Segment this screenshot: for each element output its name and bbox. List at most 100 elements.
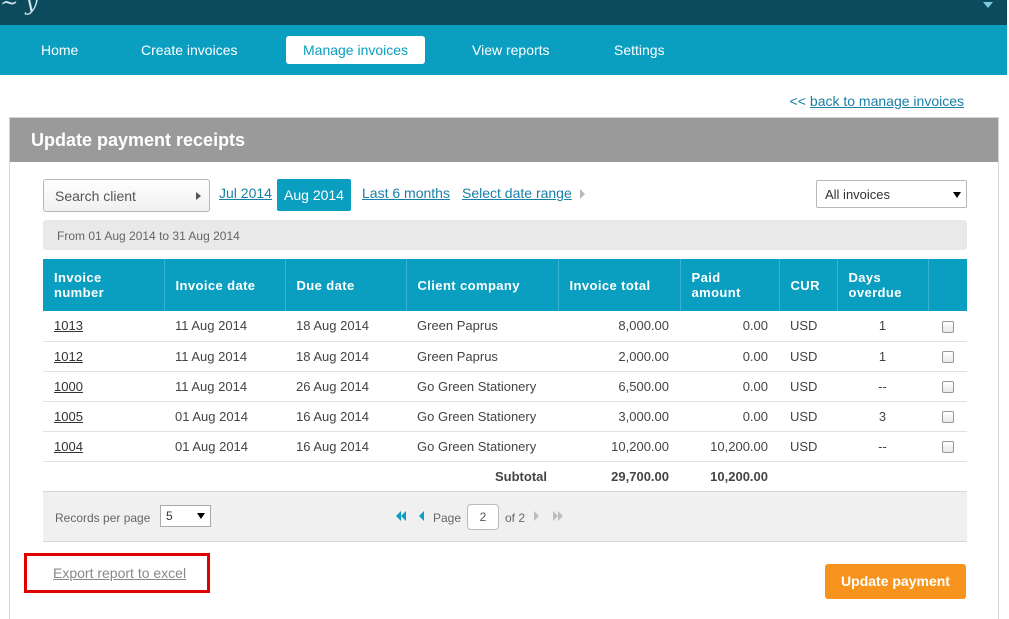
- col-paid-amount[interactable]: Paid amount: [680, 259, 780, 311]
- top-bar: ~ y: [0, 0, 1007, 25]
- subtotal-total: 29,700.00: [611, 468, 669, 484]
- row-select-cell: [928, 341, 967, 372]
- col-invoice-total[interactable]: Invoice total: [558, 259, 681, 311]
- due-date-cell: 16 Aug 2014: [285, 431, 406, 462]
- row-checkbox[interactable]: [941, 381, 954, 394]
- row-checkbox[interactable]: [941, 351, 954, 364]
- update-payment-button[interactable]: Update payment: [825, 564, 966, 599]
- table-row: 1012 11 Aug 2014 18 Aug 2014 Green Papru…: [43, 341, 967, 372]
- back-link-label: back to manage invoices: [809, 93, 964, 109]
- nav-view-reports[interactable]: View reports: [472, 36, 550, 64]
- row-select-cell: [928, 311, 967, 342]
- currency-cell: USD: [779, 311, 837, 342]
- col-days-overdue[interactable]: Days overdue: [837, 259, 929, 311]
- overdue-cell: --: [837, 371, 928, 402]
- nav-manage-invoices[interactable]: Manage invoices: [286, 36, 426, 64]
- paid-cell: 0.00: [680, 341, 779, 372]
- page-title: Update payment receipts: [31, 130, 246, 150]
- paid-cell: 0.00: [680, 371, 779, 402]
- invoice-table: Invoice number Invoice date Due date Cli…: [43, 259, 967, 491]
- page-count-label: of 2: [505, 511, 526, 525]
- paid-cell: 10,200.00: [680, 431, 779, 462]
- overdue-cell: 1: [837, 311, 928, 342]
- logo: ~ y: [0, 0, 38, 16]
- nav-home[interactable]: Home: [41, 36, 78, 64]
- invoice-link[interactable]: 1000: [54, 379, 83, 394]
- col-currency[interactable]: CUR: [779, 259, 838, 311]
- overdue-cell: 3: [837, 401, 928, 432]
- subtotal-paid: 10,200.00: [710, 468, 768, 484]
- main-nav: Home Create invoices Manage invoices Vie…: [0, 25, 1007, 75]
- caret-right-icon: [580, 189, 585, 199]
- due-date-cell: 18 Aug 2014: [285, 311, 406, 342]
- currency-cell: USD: [779, 401, 837, 432]
- row-select-cell: [928, 371, 967, 402]
- invoice-link[interactable]: 1012: [54, 349, 83, 364]
- page-number-input[interactable]: 2: [467, 504, 499, 530]
- due-date-cell: 26 Aug 2014: [285, 371, 406, 402]
- first-page-icon[interactable]: [401, 511, 406, 521]
- date-filter-aug-2014[interactable]: Aug 2014: [277, 179, 351, 211]
- date-range-text: From 01 Aug 2014 to 31 Aug 2014: [57, 229, 240, 243]
- col-due-date[interactable]: Due date: [285, 259, 407, 311]
- row-checkbox[interactable]: [941, 411, 954, 424]
- next-page-icon[interactable]: [534, 511, 539, 521]
- col-invoice-number[interactable]: Invoice number: [43, 259, 165, 311]
- export-excel-link[interactable]: Export report to excel: [53, 565, 186, 581]
- date-range-bar: From 01 Aug 2014 to 31 Aug 2014: [43, 220, 967, 250]
- back-to-manage-invoices-link[interactable]: << back to manage invoices: [790, 93, 964, 109]
- previous-page-icon[interactable]: [419, 511, 424, 521]
- chevron-down-icon: [197, 513, 205, 519]
- nav-create-invoices[interactable]: Create invoices: [141, 36, 238, 64]
- invoice-date-cell: 11 Aug 2014: [164, 371, 285, 402]
- invoice-link[interactable]: 1004: [54, 439, 83, 454]
- row-checkbox[interactable]: [941, 320, 954, 333]
- row-checkbox[interactable]: [941, 441, 954, 454]
- overdue-cell: --: [837, 431, 928, 462]
- nav-settings[interactable]: Settings: [614, 36, 665, 64]
- col-client-company[interactable]: Client company: [406, 259, 559, 311]
- total-cell: 6,500.00: [558, 371, 680, 402]
- search-client-input[interactable]: Search client: [43, 179, 210, 212]
- invoice-date-cell: 11 Aug 2014: [164, 311, 285, 342]
- search-client-placeholder: Search client: [55, 188, 136, 204]
- currency-cell: USD: [779, 431, 837, 462]
- table-header-row: Invoice number Invoice date Due date Cli…: [43, 259, 967, 311]
- client-cell: Go Green Stationery: [406, 401, 558, 432]
- invoice-date-cell: 01 Aug 2014: [164, 401, 285, 432]
- table-row: 1000 11 Aug 2014 26 Aug 2014 Go Green St…: [43, 371, 967, 402]
- double-chevron-left-icon: <<: [789, 93, 806, 109]
- pagination-bar: Records per page 5 Page 2 of 2: [43, 491, 967, 542]
- last-page-icon[interactable]: [558, 511, 563, 521]
- invoice-date-cell: 01 Aug 2014: [164, 431, 285, 462]
- records-per-page-select[interactable]: 5: [160, 505, 211, 527]
- client-cell: Green Paprus: [406, 311, 558, 342]
- page-label: Page: [433, 511, 462, 525]
- subtotal-label: Subtotal: [495, 468, 547, 484]
- date-filter-select-range[interactable]: Select date range: [462, 185, 572, 201]
- due-date-cell: 18 Aug 2014: [285, 341, 406, 372]
- total-cell: 3,000.00: [558, 401, 680, 432]
- invoice-link[interactable]: 1005: [54, 409, 83, 424]
- paid-cell: 0.00: [680, 311, 779, 342]
- account-dropdown-icon[interactable]: [983, 2, 993, 8]
- table-row: 1013 11 Aug 2014 18 Aug 2014 Green Papru…: [43, 311, 967, 342]
- date-filter-jul-2014[interactable]: Jul 2014: [219, 185, 272, 201]
- records-per-page-value: 5: [166, 509, 173, 523]
- row-select-cell: [928, 431, 967, 462]
- table-row: 1004 01 Aug 2014 16 Aug 2014 Go Green St…: [43, 431, 967, 462]
- col-select: [928, 259, 967, 311]
- client-cell: Go Green Stationery: [406, 371, 558, 402]
- invoice-filter-select[interactable]: All invoices: [816, 180, 967, 208]
- total-cell: 8,000.00: [558, 311, 680, 342]
- invoice-filter-value: All invoices: [825, 187, 891, 202]
- client-cell: Green Paprus: [406, 341, 558, 372]
- invoice-link[interactable]: 1013: [54, 318, 83, 333]
- table-row: 1005 01 Aug 2014 16 Aug 2014 Go Green St…: [43, 401, 967, 432]
- total-cell: 10,200.00: [558, 431, 680, 462]
- row-select-cell: [928, 401, 967, 432]
- col-invoice-date[interactable]: Invoice date: [164, 259, 286, 311]
- records-per-page-label: Records per page: [55, 511, 151, 525]
- date-filter-last-6-months[interactable]: Last 6 months: [362, 185, 450, 201]
- panel-header: Update payment receipts: [10, 118, 998, 162]
